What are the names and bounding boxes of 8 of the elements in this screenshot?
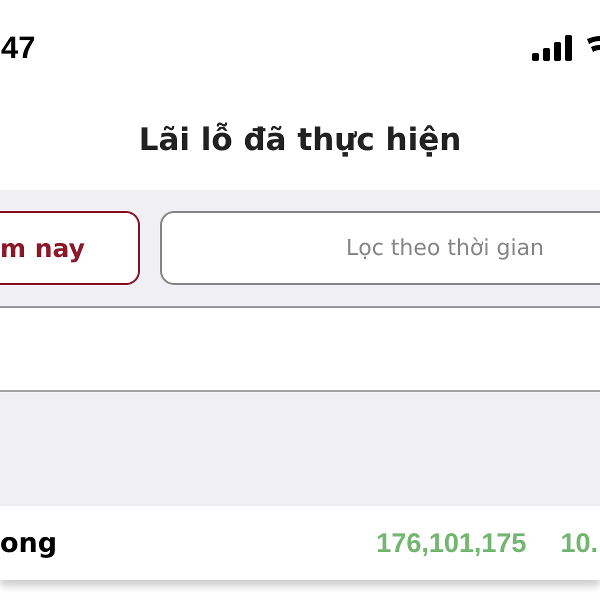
status-time: 47 — [1, 30, 36, 66]
total-label: ong — [0, 528, 58, 558]
signal-icon — [532, 35, 572, 61]
date-filter-field[interactable]: Lọc theo thời gian — [160, 211, 600, 285]
total-value: 176,101,175 — [376, 528, 526, 558]
page-title: Lãi lỗ đã thực hiện — [138, 121, 462, 160]
total-value: 10. — [560, 528, 598, 558]
period-button[interactable]: m nay — [0, 211, 140, 285]
